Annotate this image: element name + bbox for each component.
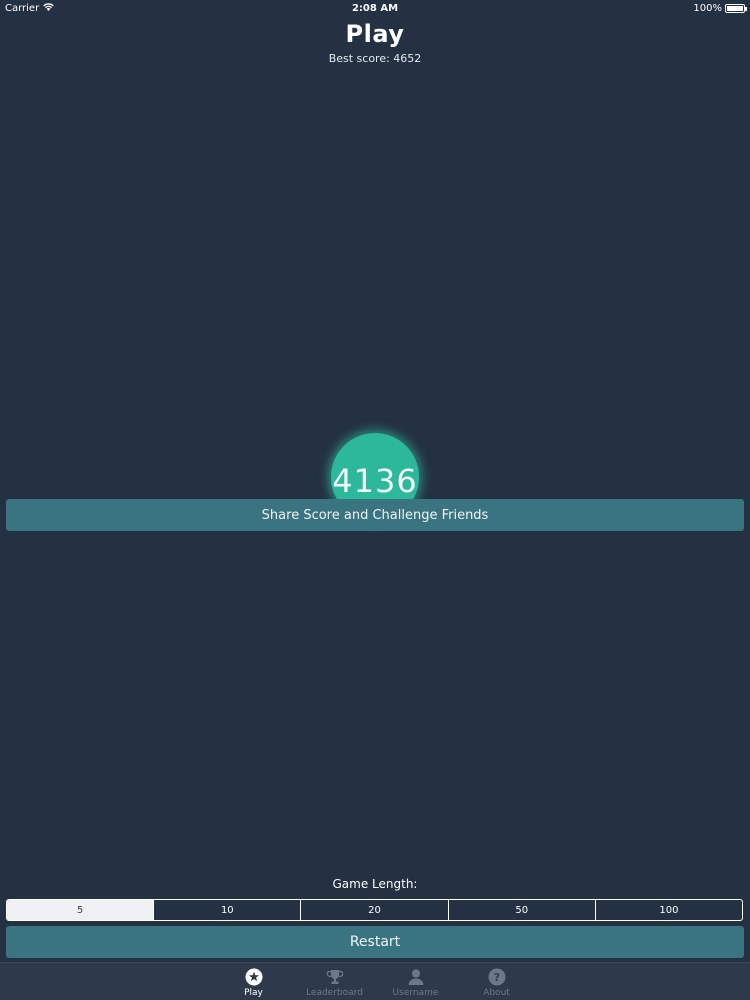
svg-text:?: ? [493, 971, 499, 984]
trophy-icon [326, 968, 344, 986]
person-icon [407, 968, 425, 986]
game-length-option-100[interactable]: 100 [594, 900, 742, 920]
tab-about-label: About [483, 988, 510, 998]
tab-play[interactable]: Play [223, 963, 284, 1000]
game-length-label: Game Length: [332, 877, 418, 891]
battery-icon [725, 4, 747, 13]
tab-username-label: Username [392, 988, 439, 998]
share-score-button[interactable]: Share Score and Challenge Friends [6, 499, 744, 531]
game-length-option-50[interactable]: 50 [447, 900, 595, 920]
status-time: 2:08 AM [351, 3, 399, 14]
score-value: 4136 [332, 462, 418, 500]
game-length-option-20[interactable]: 20 [300, 900, 447, 920]
page-title: Play [345, 20, 405, 48]
question-icon: ? [488, 968, 506, 986]
game-length-option-10[interactable]: 10 [153, 900, 300, 920]
tab-bar: Play Leaderboard Username ? About [0, 962, 750, 1000]
tab-about[interactable]: ? About [466, 963, 527, 1000]
tab-username[interactable]: Username [385, 963, 446, 1000]
tab-leaderboard[interactable]: Leaderboard [304, 963, 365, 1000]
tab-play-label: Play [244, 988, 263, 998]
tab-leaderboard-label: Leaderboard [306, 988, 363, 998]
play-screen: Carrier 2:08 AM 100% Play Best score: 46… [0, 0, 750, 1000]
game-length-selector: 5 10 20 50 100 [6, 899, 743, 921]
game-length-option-5[interactable]: 5 [7, 900, 154, 920]
status-bar: Carrier 2:08 AM 100% [0, 0, 750, 18]
best-score-label: Best score: 4652 [328, 52, 422, 65]
status-right: 100% [693, 3, 747, 14]
play-icon [245, 968, 263, 986]
restart-button[interactable]: Restart [6, 926, 744, 958]
battery-percent: 100% [693, 3, 722, 14]
